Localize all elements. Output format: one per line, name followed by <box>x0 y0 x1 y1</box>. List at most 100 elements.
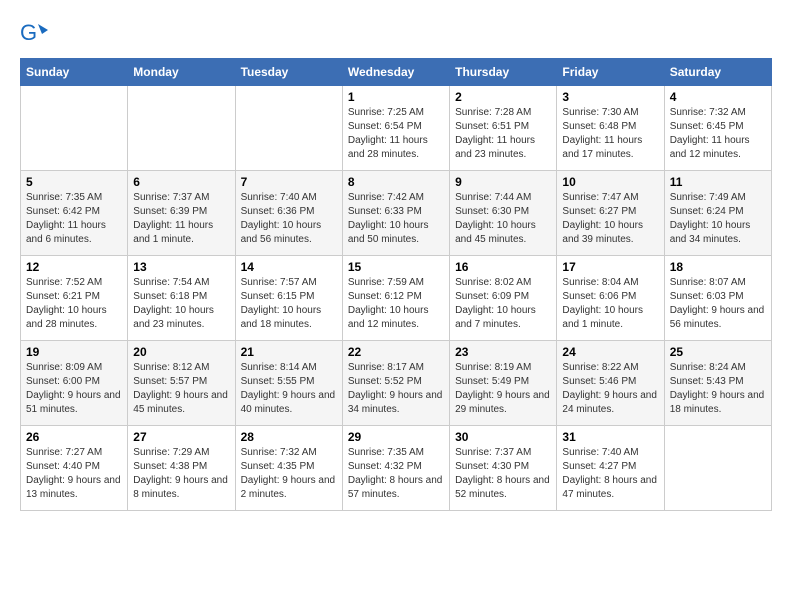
calendar-cell: 15 Sunrise: 7:59 AMSunset: 6:12 PMDayligh… <box>342 256 449 341</box>
day-number: 28 <box>241 430 337 444</box>
calendar-cell: 9 Sunrise: 7:44 AMSunset: 6:30 PMDaylight… <box>450 171 557 256</box>
calendar-cell: 31Sunrise: 7:40 AMSunset: 4:27 PMDayligh… <box>557 426 664 511</box>
svg-text:G: G <box>20 20 37 45</box>
day-info: Sunrise: 8:17 AMSunset: 5:52 PMDaylight:… <box>348 361 444 417</box>
day-info: Sunrise: 7:52 AMSunset: 6:21 PMDaylight:… <box>26 276 122 332</box>
day-info: Sunrise: 7:54 AMSunset: 6:18 PMDaylight:… <box>133 276 229 332</box>
calendar-table: SundayMondayTuesdayWednesdayThursdayFrid… <box>20 58 772 511</box>
day-number: 24 <box>562 345 658 359</box>
day-info: Sunrise: 7:32 AMSunset: 6:45 PMDaylight:… <box>670 106 766 162</box>
day-info: Sunrise: 7:44 AMSunset: 6:30 PMDaylight:… <box>455 191 551 247</box>
day-info: Sunrise: 7:29 AMSunset: 4:38 PMDaylight:… <box>133 446 229 502</box>
calendar-cell: 8 Sunrise: 7:42 AMSunset: 6:33 PMDaylight… <box>342 171 449 256</box>
weekday-header-monday: Monday <box>128 59 235 86</box>
calendar-cell: 20 Sunrise: 8:12 AMSunset: 5:57 PMDayligh… <box>128 341 235 426</box>
day-number: 15 <box>348 260 444 274</box>
day-info: Sunrise: 8:19 AMSunset: 5:49 PMDaylight:… <box>455 361 551 417</box>
calendar-cell: 14Sunrise: 7:57 AMSunset: 6:15 PMDayligh… <box>235 256 342 341</box>
day-info: Sunrise: 8:07 AMSunset: 6:03 PMDaylight:… <box>670 276 766 332</box>
calendar-cell: 22 Sunrise: 8:17 AMSunset: 5:52 PMDayligh… <box>342 341 449 426</box>
calendar-cell: 21 Sunrise: 8:14 AMSunset: 5:55 PMDayligh… <box>235 341 342 426</box>
calendar-cell: 11 Sunrise: 7:49 AMSunset: 6:24 PMDayligh… <box>664 171 771 256</box>
day-info: Sunrise: 7:32 AMSunset: 4:35 PMDaylight:… <box>241 446 337 502</box>
day-info: Sunrise: 7:35 AMSunset: 4:32 PMDaylight:… <box>348 446 444 502</box>
day-number: 23 <box>455 345 551 359</box>
calendar-cell: 29 Sunrise: 7:35 AMSunset: 4:32 PMDayligh… <box>342 426 449 511</box>
day-number: 4 <box>670 90 766 104</box>
day-info: Sunrise: 7:57 AMSunset: 6:15 PMDaylight:… <box>241 276 337 332</box>
day-info: Sunrise: 7:42 AMSunset: 6:33 PMDaylight:… <box>348 191 444 247</box>
day-number: 11 <box>670 175 766 189</box>
calendar-cell <box>128 86 235 171</box>
day-number: 16 <box>455 260 551 274</box>
day-number: 8 <box>348 175 444 189</box>
calendar-cell: 24Sunrise: 8:22 AMSunset: 5:46 PMDayligh… <box>557 341 664 426</box>
day-info: Sunrise: 8:12 AMSunset: 5:57 PMDaylight:… <box>133 361 229 417</box>
calendar-cell <box>21 86 128 171</box>
day-number: 29 <box>348 430 444 444</box>
calendar-cell: 2 Sunrise: 7:28 AMSunset: 6:51 PMDaylight… <box>450 86 557 171</box>
calendar-cell: 1 Sunrise: 7:25 AMSunset: 6:54 PMDaylight… <box>342 86 449 171</box>
logo-icon: G <box>20 20 48 48</box>
calendar-cell: 5 Sunrise: 7:35 AMSunset: 6:42 PMDaylight… <box>21 171 128 256</box>
day-info: Sunrise: 8:04 AMSunset: 6:06 PMDaylight:… <box>562 276 658 332</box>
calendar-cell: 26Sunrise: 7:27 AMSunset: 4:40 PMDayligh… <box>21 426 128 511</box>
day-info: Sunrise: 7:40 AMSunset: 6:36 PMDaylight:… <box>241 191 337 247</box>
day-info: Sunrise: 8:24 AMSunset: 5:43 PMDaylight:… <box>670 361 766 417</box>
calendar-cell: 17Sunrise: 8:04 AMSunset: 6:06 PMDayligh… <box>557 256 664 341</box>
calendar-cell: 18 Sunrise: 8:07 AMSunset: 6:03 PMDayligh… <box>664 256 771 341</box>
day-number: 25 <box>670 345 766 359</box>
day-number: 2 <box>455 90 551 104</box>
calendar-cell: 12 Sunrise: 7:52 AMSunset: 6:21 PMDayligh… <box>21 256 128 341</box>
day-info: Sunrise: 7:37 AMSunset: 4:30 PMDaylight:… <box>455 446 551 502</box>
calendar-cell: 30 Sunrise: 7:37 AMSunset: 4:30 PMDayligh… <box>450 426 557 511</box>
day-info: Sunrise: 7:49 AMSunset: 6:24 PMDaylight:… <box>670 191 766 247</box>
calendar-cell <box>235 86 342 171</box>
day-number: 22 <box>348 345 444 359</box>
calendar-cell: 4 Sunrise: 7:32 AMSunset: 6:45 PMDaylight… <box>664 86 771 171</box>
calendar-cell: 3Sunrise: 7:30 AMSunset: 6:48 PMDaylight… <box>557 86 664 171</box>
day-number: 26 <box>26 430 122 444</box>
weekday-header-sunday: Sunday <box>21 59 128 86</box>
calendar-cell: 16 Sunrise: 8:02 AMSunset: 6:09 PMDayligh… <box>450 256 557 341</box>
day-number: 12 <box>26 260 122 274</box>
day-number: 27 <box>133 430 229 444</box>
day-number: 9 <box>455 175 551 189</box>
day-number: 3 <box>562 90 658 104</box>
calendar-cell: 27 Sunrise: 7:29 AMSunset: 4:38 PMDayligh… <box>128 426 235 511</box>
day-number: 10 <box>562 175 658 189</box>
weekday-header-wednesday: Wednesday <box>342 59 449 86</box>
calendar-cell: 13 Sunrise: 7:54 AMSunset: 6:18 PMDayligh… <box>128 256 235 341</box>
day-number: 1 <box>348 90 444 104</box>
day-number: 19 <box>26 345 122 359</box>
calendar-cell: 23 Sunrise: 8:19 AMSunset: 5:49 PMDayligh… <box>450 341 557 426</box>
day-info: Sunrise: 7:25 AMSunset: 6:54 PMDaylight:… <box>348 106 444 162</box>
weekday-header-saturday: Saturday <box>664 59 771 86</box>
weekday-header-tuesday: Tuesday <box>235 59 342 86</box>
day-number: 6 <box>133 175 229 189</box>
day-info: Sunrise: 7:59 AMSunset: 6:12 PMDaylight:… <box>348 276 444 332</box>
day-info: Sunrise: 8:02 AMSunset: 6:09 PMDaylight:… <box>455 276 551 332</box>
day-number: 13 <box>133 260 229 274</box>
day-info: Sunrise: 8:09 AMSunset: 6:00 PMDaylight:… <box>26 361 122 417</box>
page-header: G <box>20 20 772 48</box>
calendar-cell <box>664 426 771 511</box>
calendar-cell: 7 Sunrise: 7:40 AMSunset: 6:36 PMDaylight… <box>235 171 342 256</box>
day-info: Sunrise: 7:37 AMSunset: 6:39 PMDaylight:… <box>133 191 229 247</box>
day-info: Sunrise: 7:47 AMSunset: 6:27 PMDaylight:… <box>562 191 658 247</box>
day-info: Sunrise: 8:14 AMSunset: 5:55 PMDaylight:… <box>241 361 337 417</box>
day-number: 18 <box>670 260 766 274</box>
calendar-cell: 19 Sunrise: 8:09 AMSunset: 6:00 PMDayligh… <box>21 341 128 426</box>
weekday-header-friday: Friday <box>557 59 664 86</box>
day-info: Sunrise: 7:28 AMSunset: 6:51 PMDaylight:… <box>455 106 551 162</box>
logo: G <box>20 20 52 48</box>
day-info: Sunrise: 7:35 AMSunset: 6:42 PMDaylight:… <box>26 191 122 247</box>
calendar-cell: 6 Sunrise: 7:37 AMSunset: 6:39 PMDaylight… <box>128 171 235 256</box>
day-number: 5 <box>26 175 122 189</box>
day-number: 20 <box>133 345 229 359</box>
day-number: 30 <box>455 430 551 444</box>
calendar-cell: 25 Sunrise: 8:24 AMSunset: 5:43 PMDayligh… <box>664 341 771 426</box>
day-number: 7 <box>241 175 337 189</box>
day-number: 31 <box>562 430 658 444</box>
day-number: 21 <box>241 345 337 359</box>
